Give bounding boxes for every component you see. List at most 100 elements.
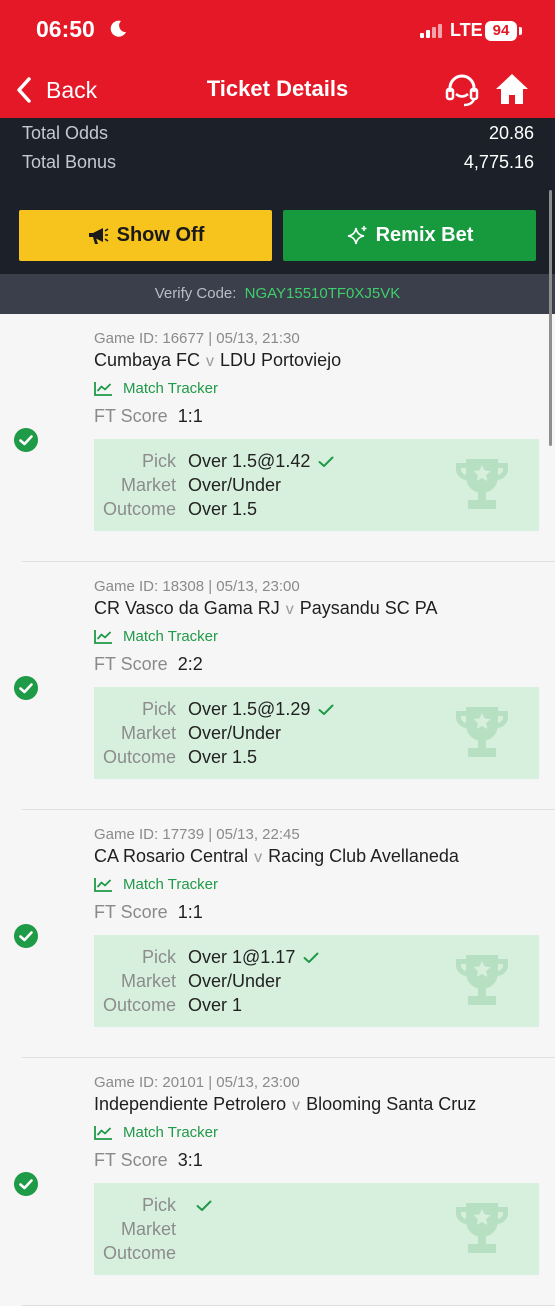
pick-label: Pick — [141, 1195, 176, 1215]
away-team: Paysandu SC PA — [299, 598, 438, 618]
match-teams: Independiente Petrolero v Blooming Santa C… — [94, 1094, 476, 1115]
outcome-value: Over 1.5 — [188, 499, 258, 519]
ft-score: FT Score 1:1 — [94, 902, 203, 923]
market-value: Over/Under — [188, 723, 282, 743]
remix-bet-label: Remix Bet — [375, 224, 474, 246]
total-odds-label: Total Odds — [22, 123, 109, 143]
back-button[interactable]: Back — [16, 74, 97, 106]
match-tracker-label: Match Tracker — [123, 1124, 219, 1141]
ft-score-label: FT Score — [94, 1150, 168, 1170]
ticket-summary: Total Odds 20.86 Total Bonus 4,775.16 Sh… — [0, 118, 555, 314]
versus-label: v — [292, 1097, 301, 1114]
won-check-icon — [14, 676, 38, 700]
show-off-label: Show Off — [116, 224, 205, 246]
back-label: Back — [46, 76, 98, 103]
ft-score-value: 1:1 — [177, 902, 203, 922]
total-bonus-row: Total Bonus 4,775.16 — [22, 152, 534, 173]
game-meta: Game ID: 17739 | 05/13, 22:45 — [94, 826, 300, 843]
trend-chart-icon — [94, 1126, 112, 1140]
won-check-icon — [14, 924, 38, 948]
pick-box: Pick Market Outcome — [94, 1183, 539, 1275]
pick-box: Pick Over 1.5@1.42 Market Over/Under Out… — [94, 439, 539, 531]
pick-box: Pick Over 1@1.17 Market Over/Under Outco… — [94, 935, 539, 1027]
outcome-label: Outcome — [102, 1243, 176, 1263]
game-meta: Game ID: 20101 | 05/13, 23:00 — [94, 1074, 300, 1091]
ticket-item: Game ID: 20101 | 05/13, 23:00 Independie… — [0, 1058, 555, 1306]
pick-label: Pick — [141, 699, 176, 719]
match-teams: CR Vasco da Gama RJ v Paysandu SC PA — [94, 598, 437, 619]
ft-score-label: FT Score — [94, 902, 168, 922]
home-team: Cumbaya FC — [94, 350, 201, 370]
outcome-label: Outcome — [102, 499, 176, 519]
match-teams: Cumbaya FC v LDU Portoviejo — [94, 350, 341, 371]
ticket-item: Game ID: 18308 | 05/13, 23:00 CR Vasco d… — [0, 562, 555, 810]
market-value: Over/Under — [188, 971, 282, 991]
won-check-icon — [14, 428, 38, 452]
verify-code-value[interactable]: NGAY15510TF0XJ5VK — [245, 285, 401, 302]
megaphone-icon — [88, 227, 109, 244]
ticket-item: Game ID: 16677 | 05/13, 21:30 Cumbaya FC… — [0, 314, 555, 562]
home-icon[interactable] — [494, 72, 530, 106]
pick-value-wrap — [188, 1195, 212, 1216]
match-tracker-label: Match Tracker — [123, 628, 219, 645]
pick-value: Over 1@1.17 — [188, 947, 296, 967]
pick-label: Pick — [141, 947, 176, 967]
remix-bet-button[interactable]: Remix Bet — [283, 210, 536, 261]
show-off-button[interactable]: Show Off — [19, 210, 272, 261]
trophy-icon — [456, 459, 508, 509]
ft-score: FT Score 2:2 — [94, 654, 203, 675]
app-header: 06:50 LTE 94 Back Ticket Details — [0, 0, 555, 118]
ft-score: FT Score 1:1 — [94, 406, 203, 427]
total-odds-value: 20.86 — [488, 123, 534, 143]
ft-score-label: FT Score — [94, 654, 168, 674]
market-label: Market — [120, 971, 176, 991]
ticket-item: Game ID: 17739 | 05/13, 22:45 CA Rosario… — [0, 810, 555, 1058]
market-label: Market — [120, 1219, 176, 1239]
match-tracker-link[interactable]: Match Tracker — [94, 1124, 218, 1141]
trend-chart-icon — [94, 630, 112, 644]
ft-score-value: 2:2 — [177, 654, 203, 674]
ft-score-label: FT Score — [94, 406, 168, 426]
total-bonus-label: Total Bonus — [22, 152, 117, 172]
market-value: Over/Under — [188, 475, 282, 495]
home-team: CA Rosario Central — [94, 846, 249, 866]
versus-label: v — [254, 849, 263, 866]
game-meta: Game ID: 18308 | 05/13, 23:00 — [94, 578, 300, 595]
versus-label: v — [285, 601, 294, 618]
match-tracker-link[interactable]: Match Tracker — [94, 876, 218, 893]
game-meta: Game ID: 16677 | 05/13, 21:30 — [94, 330, 300, 347]
pick-label: Pick — [141, 451, 176, 471]
headset-icon[interactable] — [444, 72, 480, 108]
match-tracker-label: Match Tracker — [123, 380, 219, 397]
match-tracker-link[interactable]: Match Tracker — [94, 380, 218, 397]
market-label: Market — [120, 475, 176, 495]
checkmark-icon — [318, 456, 334, 468]
trophy-icon — [456, 955, 508, 1005]
signal-icon — [420, 24, 442, 38]
outcome-value: Over 1.5 — [188, 747, 258, 767]
ft-score-value: 1:1 — [177, 406, 203, 426]
pick-value-wrap: Over 1.5@1.42 — [188, 451, 334, 472]
market-label: Market — [120, 723, 176, 743]
home-team: Independiente Petrolero — [94, 1094, 287, 1114]
checkmark-icon — [196, 1200, 212, 1212]
away-team: Racing Club Avellaneda — [268, 846, 459, 866]
ft-score-value: 3:1 — [177, 1150, 203, 1170]
pick-value-wrap: Over 1@1.17 — [188, 947, 319, 968]
scrollbar[interactable] — [549, 190, 552, 446]
battery-tip — [519, 27, 522, 35]
away-team: LDU Portoviejo — [220, 350, 342, 370]
won-check-icon — [14, 1172, 38, 1196]
trend-chart-icon — [94, 382, 112, 396]
pick-value-wrap: Over 1.5@1.29 — [188, 699, 334, 720]
pick-value: Over 1.5@1.29 — [188, 699, 311, 719]
home-team: CR Vasco da Gama RJ — [94, 598, 280, 618]
away-team: Blooming Santa Cruz — [306, 1094, 477, 1114]
sparkles-icon — [347, 225, 367, 244]
chevron-left-icon — [17, 77, 31, 103]
pick-value: Over 1.5@1.42 — [188, 451, 311, 471]
verify-code-label: Verify Code: — [154, 285, 237, 302]
total-bonus-value: 4,775.16 — [463, 152, 534, 172]
match-tracker-link[interactable]: Match Tracker — [94, 628, 218, 645]
versus-label: v — [206, 353, 215, 370]
